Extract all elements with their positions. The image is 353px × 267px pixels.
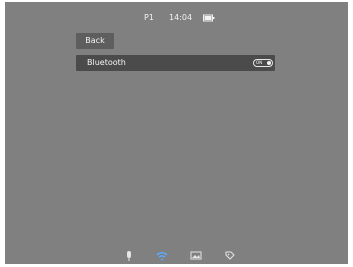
image-icon[interactable] xyxy=(189,249,203,263)
bottom-icon-bar xyxy=(5,249,348,263)
bluetooth-row[interactable]: Bluetooth ON xyxy=(76,55,275,71)
toggle-status-text: ON xyxy=(256,60,263,65)
page-indicator: P1 xyxy=(144,13,154,22)
bluetooth-label: Bluetooth xyxy=(87,58,126,67)
battery-icon xyxy=(203,14,215,22)
tag-icon[interactable] xyxy=(223,249,237,263)
status-bar: P1 14:04 xyxy=(5,12,348,26)
microphone-icon[interactable] xyxy=(122,249,136,263)
device-screen: P1 14:04 Back Bluetooth ON xyxy=(5,2,348,264)
toggle-knob xyxy=(267,61,271,65)
bluetooth-toggle[interactable]: ON xyxy=(253,59,273,67)
wifi-icon[interactable] xyxy=(155,249,169,263)
back-button[interactable]: Back xyxy=(76,33,114,49)
time-display: 14:04 xyxy=(169,13,193,22)
